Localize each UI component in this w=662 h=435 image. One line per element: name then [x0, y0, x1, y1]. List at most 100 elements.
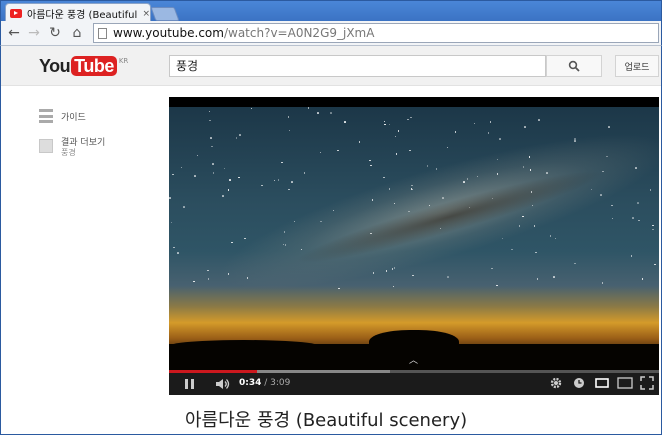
star — [212, 172, 215, 174]
forward-icon[interactable]: → — [25, 24, 43, 42]
star — [600, 194, 602, 196]
progress-bar[interactable] — [169, 370, 659, 373]
duration: 3:09 — [270, 378, 291, 388]
more-results-button[interactable]: 결과 더보기 풍경 — [39, 138, 105, 158]
star — [535, 251, 537, 254]
star — [193, 280, 195, 283]
browser-tab[interactable]: 아름다운 풍경 (Beautiful × — [5, 3, 151, 23]
star — [553, 276, 555, 278]
logo-tube: Tube — [71, 56, 117, 76]
star — [549, 235, 552, 237]
star — [235, 137, 238, 139]
star — [491, 267, 493, 270]
video-frame[interactable]: ︿ — [169, 107, 659, 370]
star — [369, 159, 371, 162]
star — [611, 217, 614, 220]
search-button[interactable] — [546, 55, 602, 77]
star — [170, 221, 173, 224]
star — [209, 119, 211, 122]
star — [397, 130, 400, 132]
star — [426, 165, 429, 167]
star — [637, 202, 639, 204]
logo-you: You — [39, 56, 71, 76]
url-path: /watch?v=A0N2G9_jXmA — [223, 26, 375, 40]
star — [522, 166, 525, 168]
star — [489, 121, 492, 123]
browser-toolbar: ← → ↻ ⌂ www.youtube.com/watch?v=A0N2G9_j… — [0, 21, 662, 46]
new-tab-button[interactable] — [150, 7, 180, 21]
star — [172, 173, 174, 176]
fullscreen-icon[interactable] — [640, 376, 654, 390]
star — [652, 228, 654, 231]
back-icon[interactable]: ← — [5, 24, 23, 42]
star — [411, 184, 413, 187]
star — [180, 166, 183, 169]
youtube-page: You Tube KR 풍경 업로드 가이드 결과 더보기 풍경 ︿ 0:34 … — [0, 46, 662, 435]
star — [288, 188, 290, 191]
star — [372, 272, 375, 274]
search-icon — [568, 60, 580, 72]
youtube-logo[interactable]: You Tube KR — [39, 56, 128, 76]
time-separator: / — [261, 378, 271, 388]
star — [601, 282, 604, 284]
upload-button[interactable]: 업로드 — [615, 55, 659, 77]
star — [392, 285, 395, 288]
star — [383, 176, 385, 179]
star — [554, 237, 557, 240]
expand-chevron-icon[interactable]: ︿ — [409, 353, 418, 366]
more-results-icon — [39, 139, 53, 153]
star — [183, 206, 185, 208]
region-badge: KR — [118, 57, 129, 65]
small-player-icon[interactable] — [595, 376, 609, 390]
star — [291, 181, 293, 183]
star — [223, 167, 226, 170]
star — [207, 278, 210, 280]
star — [632, 217, 634, 219]
tab-title: 아름다운 풍경 (Beautiful — [27, 10, 138, 21]
tab-close-icon[interactable]: × — [142, 9, 150, 19]
youtube-favicon-icon — [10, 9, 22, 18]
large-player-icon[interactable] — [617, 376, 633, 390]
star — [447, 276, 449, 278]
star — [284, 244, 286, 246]
reload-icon[interactable]: ↻ — [46, 24, 64, 42]
star — [287, 116, 290, 118]
video-player[interactable]: ︿ 0:34 / 3:09 — [169, 97, 659, 395]
watch-later-icon[interactable] — [573, 376, 585, 390]
star — [273, 179, 276, 182]
home-icon[interactable]: ⌂ — [68, 24, 86, 42]
star — [529, 169, 532, 171]
star — [384, 123, 386, 126]
url-host: www.youtube.com — [113, 26, 224, 40]
star — [496, 284, 498, 287]
star — [487, 132, 490, 134]
star — [283, 231, 286, 233]
star — [394, 135, 397, 138]
star — [177, 252, 179, 254]
volume-icon[interactable] — [215, 378, 231, 390]
guide-button[interactable]: 가이드 — [39, 109, 86, 123]
address-bar[interactable]: www.youtube.com/watch?v=A0N2G9_jXmA — [93, 23, 659, 43]
star — [358, 141, 361, 143]
star — [574, 262, 576, 265]
star — [499, 138, 501, 140]
search-input[interactable]: 풍경 — [169, 55, 546, 77]
star — [196, 154, 199, 156]
star — [446, 146, 449, 149]
star — [344, 121, 346, 123]
star — [407, 118, 409, 121]
star — [250, 107, 253, 110]
star — [227, 189, 230, 191]
star — [536, 278, 539, 280]
video-title: 아름다운 풍경 (Beautiful scenery) — [185, 410, 468, 431]
star — [281, 161, 283, 164]
star — [194, 175, 196, 177]
star — [538, 119, 540, 121]
current-time: 0:34 — [239, 378, 262, 388]
pause-icon[interactable] — [185, 379, 195, 389]
settings-icon[interactable] — [549, 376, 563, 390]
star — [511, 248, 513, 251]
more-results-label: 결과 더보기 — [61, 138, 106, 148]
star — [229, 179, 231, 181]
browser-titlebar: 아름다운 풍경 (Beautiful × — [0, 0, 662, 23]
